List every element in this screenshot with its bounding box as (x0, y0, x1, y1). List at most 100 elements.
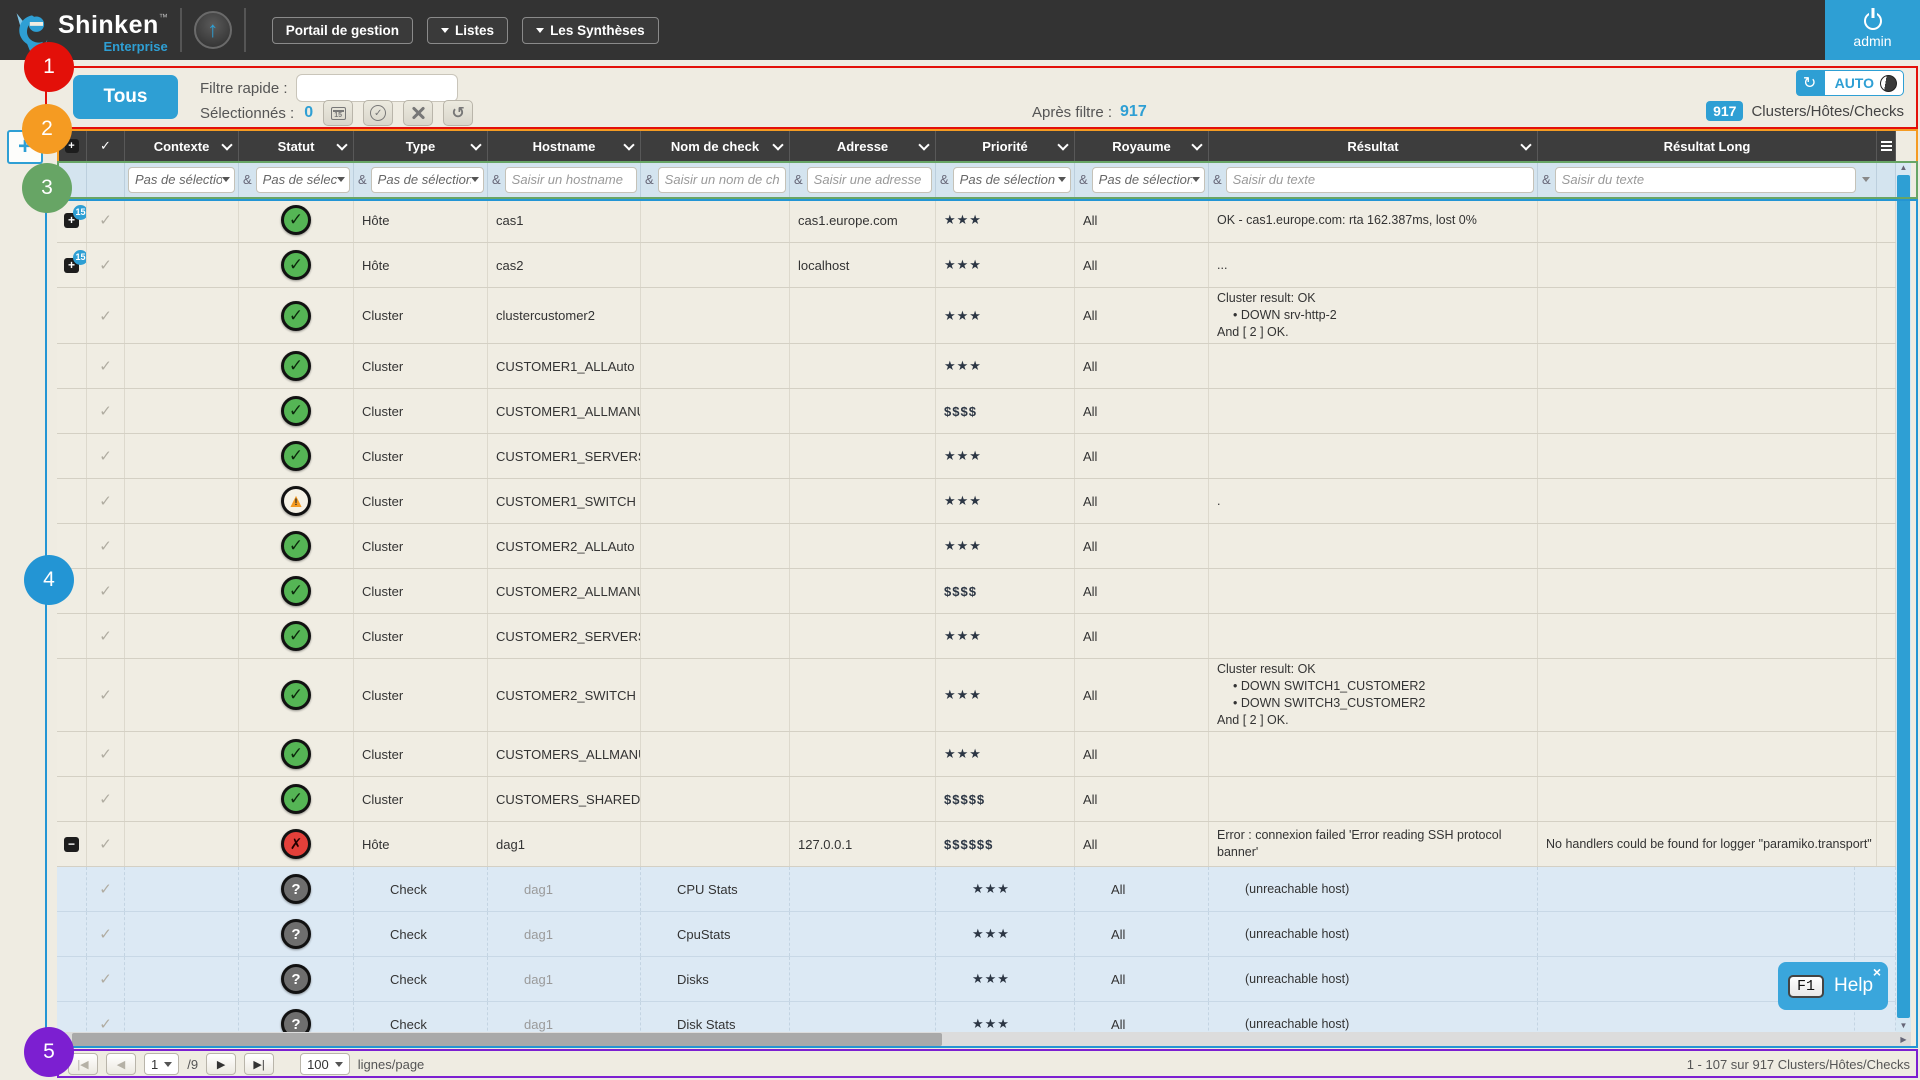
filter-input-result_long[interactable] (1555, 167, 1856, 193)
help-widget[interactable]: F1 Help × (1778, 962, 1888, 1010)
row-select-check-icon[interactable]: ✓ (99, 211, 112, 229)
tab-tous[interactable]: Tous (73, 75, 178, 119)
filter-input-hostname[interactable] (505, 167, 637, 193)
row-select-check-icon[interactable]: ✓ (99, 790, 112, 808)
column-filter-caret-icon[interactable] (1862, 177, 1870, 182)
nav-les-syntheses[interactable]: Les Synthèses (522, 17, 659, 44)
nav-listes[interactable]: Listes (427, 17, 508, 44)
filter-input-check_name[interactable] (658, 167, 786, 193)
row-select-check-icon[interactable]: ✓ (99, 686, 112, 704)
filter-select-type[interactable]: Pas de sélection (371, 167, 484, 193)
col-header-status[interactable]: Statut (239, 131, 354, 161)
auto-refresh-toggle[interactable]: AUTO (1824, 70, 1904, 96)
scroll-down-arrow-icon[interactable]: ▼ (1900, 1019, 1908, 1032)
cell-priority: $$$$ (936, 569, 1075, 613)
col-header-realm[interactable]: Royaume (1075, 131, 1209, 161)
col-header-type[interactable]: Type (354, 131, 488, 161)
row-select-check-icon[interactable]: ✓ (99, 880, 112, 898)
table-row[interactable]: ✓✓ClusterCUSTOMER2_SERVERS★★★All (57, 614, 1896, 659)
cell-selected: ✓ (87, 524, 125, 568)
table-row[interactable]: ✓✓ClusterCUSTOMER2_ALLMANU$$$$All (57, 569, 1896, 614)
table-row[interactable]: ✓?Checkdag1Disk Stats★★★All(unreachable … (57, 1002, 1896, 1032)
row-select-check-icon[interactable]: ✓ (99, 925, 112, 943)
fix-tools-button[interactable] (403, 100, 433, 126)
col-header-result[interactable]: Résultat (1209, 131, 1538, 161)
col-header-menu[interactable] (1877, 131, 1896, 161)
per-page-select[interactable]: 100 (300, 1053, 350, 1075)
horizontal-scrollbar[interactable]: ◀ ▶ (57, 1032, 1911, 1047)
col-header-context[interactable]: Contexte (125, 131, 239, 161)
col-header-address[interactable]: Adresse (790, 131, 936, 161)
row-select-check-icon[interactable]: ✓ (99, 745, 112, 763)
acknowledge-button[interactable]: ✓ (363, 100, 393, 126)
table-row[interactable]: ✓✓ClusterCUSTOMER2_SWITCH★★★AllCluster r… (57, 659, 1896, 732)
row-select-check-icon[interactable]: ✓ (99, 357, 112, 375)
admin-user-button[interactable]: admin (1825, 0, 1920, 60)
row-select-check-icon[interactable]: ✓ (99, 970, 112, 988)
filter-select-realm[interactable]: Pas de sélection (1092, 167, 1205, 193)
scroll-left-arrow-icon[interactable]: ◀ (57, 1035, 72, 1044)
row-select-check-icon[interactable]: ✓ (99, 582, 112, 600)
collapse-minus-icon[interactable]: − (64, 837, 79, 852)
row-select-check-icon[interactable]: ✓ (99, 307, 112, 325)
cell-text-type: Check (390, 882, 427, 897)
quick-filter-input[interactable] (296, 74, 458, 102)
next-page-button[interactable]: ▶ (206, 1053, 236, 1075)
table-row[interactable]: ✓?Checkdag1CpuStats★★★All(unreachable ho… (57, 912, 1896, 957)
downtime-calendar-button[interactable]: 15 (323, 100, 353, 126)
table-row[interactable]: ✓▲!ClusterCUSTOMER1_SWITCH★★★All. (57, 479, 1896, 524)
filter-select-priority[interactable]: Pas de sélection (953, 167, 1071, 193)
table-row[interactable]: ✓?Checkdag1CPU Stats★★★All(unreachable h… (57, 867, 1896, 912)
row-select-check-icon[interactable]: ✓ (99, 537, 112, 555)
table-row[interactable]: ✓✓ClusterCUSTOMER1_SERVERS★★★All (57, 434, 1896, 479)
table-row[interactable]: ✓?Checkdag1Disks★★★All(unreachable host) (57, 957, 1896, 1002)
row-select-check-icon[interactable]: ✓ (99, 835, 112, 853)
filter-input-address[interactable] (807, 167, 932, 193)
row-select-check-icon[interactable]: ✓ (99, 447, 112, 465)
row-select-check-icon[interactable]: ✓ (99, 256, 112, 274)
row-select-check-icon[interactable]: ✓ (99, 627, 112, 645)
scroll-top-button[interactable]: ↑ (194, 11, 232, 49)
table-row[interactable]: ✓✓ClusterCUSTOMER1_ALLMANU$$$$All (57, 389, 1896, 434)
table-row[interactable]: −✓✗Hôtedag1127.0.0.1$$$$$$AllError : con… (57, 822, 1896, 867)
filter-select-status[interactable]: Pas de sélection (256, 167, 350, 193)
col-header-check_name[interactable]: Nom de check (641, 131, 790, 161)
table-row[interactable]: +15✓✓Hôtecas2localhost★★★All... (57, 243, 1896, 288)
col-header-hostname[interactable]: Hostname (488, 131, 641, 161)
cell-text-address: 127.0.0.1 (798, 837, 852, 852)
nav-portail-de-gestion[interactable]: Portail de gestion (272, 17, 413, 44)
col-header-result_long[interactable]: Résultat Long (1538, 131, 1877, 161)
previous-page-button[interactable]: ◀ (106, 1053, 136, 1075)
first-page-button[interactable]: |◀ (68, 1053, 98, 1075)
page-select[interactable]: 1 (144, 1053, 179, 1075)
cell-type: Check (354, 867, 488, 911)
col-header-expand[interactable]: + (57, 131, 87, 161)
refresh-button[interactable]: ↻ (1796, 70, 1824, 96)
table-row[interactable]: ✓✓Clusterclustercustomer2★★★AllCluster r… (57, 288, 1896, 344)
table-row[interactable]: ✓✓ClusterCUSTOMER2_ALLAuto★★★All (57, 524, 1896, 569)
scroll-up-arrow-icon[interactable]: ▲ (1900, 161, 1908, 174)
col-header-selected[interactable]: ✓ (87, 131, 125, 161)
row-select-check-icon[interactable]: ✓ (99, 1015, 112, 1032)
table-row[interactable]: ✓✓ClusterCUSTOMER1_ALLAuto★★★All (57, 344, 1896, 389)
cell-text-realm: All (1083, 308, 1097, 323)
table-row[interactable]: +15✓✓Hôtecas1cas1.europe.com★★★AllOK - c… (57, 198, 1896, 243)
scroll-right-arrow-icon[interactable]: ▶ (1896, 1035, 1911, 1044)
col-header-priority[interactable]: Priorité (936, 131, 1075, 161)
vertical-scrollbar-thumb[interactable] (1897, 175, 1910, 1018)
last-page-button[interactable]: ▶| (244, 1053, 274, 1075)
close-icon[interactable]: × (1873, 964, 1881, 980)
table-row[interactable]: ✓✓ClusterCUSTOMERS_ALLMANU★★★All (57, 732, 1896, 777)
horizontal-scrollbar-thumb[interactable] (72, 1033, 942, 1046)
cell-address: localhost (790, 243, 936, 287)
vertical-scrollbar[interactable]: ▲ ▼ (1896, 161, 1911, 1032)
filter-input-result[interactable] (1226, 167, 1534, 193)
row-select-check-icon[interactable]: ✓ (99, 492, 112, 510)
undo-button[interactable]: ↺ (443, 100, 473, 126)
row-select-check-icon[interactable]: ✓ (99, 402, 112, 420)
filter-select-context[interactable]: Pas de sélection (128, 167, 235, 193)
add-view-tab[interactable]: + (7, 130, 43, 164)
table-row[interactable]: ✓✓ClusterCUSTOMERS_SHARED$$$$$All (57, 777, 1896, 822)
cell-text-priority: ★★★ (944, 212, 982, 228)
cell-menu (1877, 434, 1896, 478)
